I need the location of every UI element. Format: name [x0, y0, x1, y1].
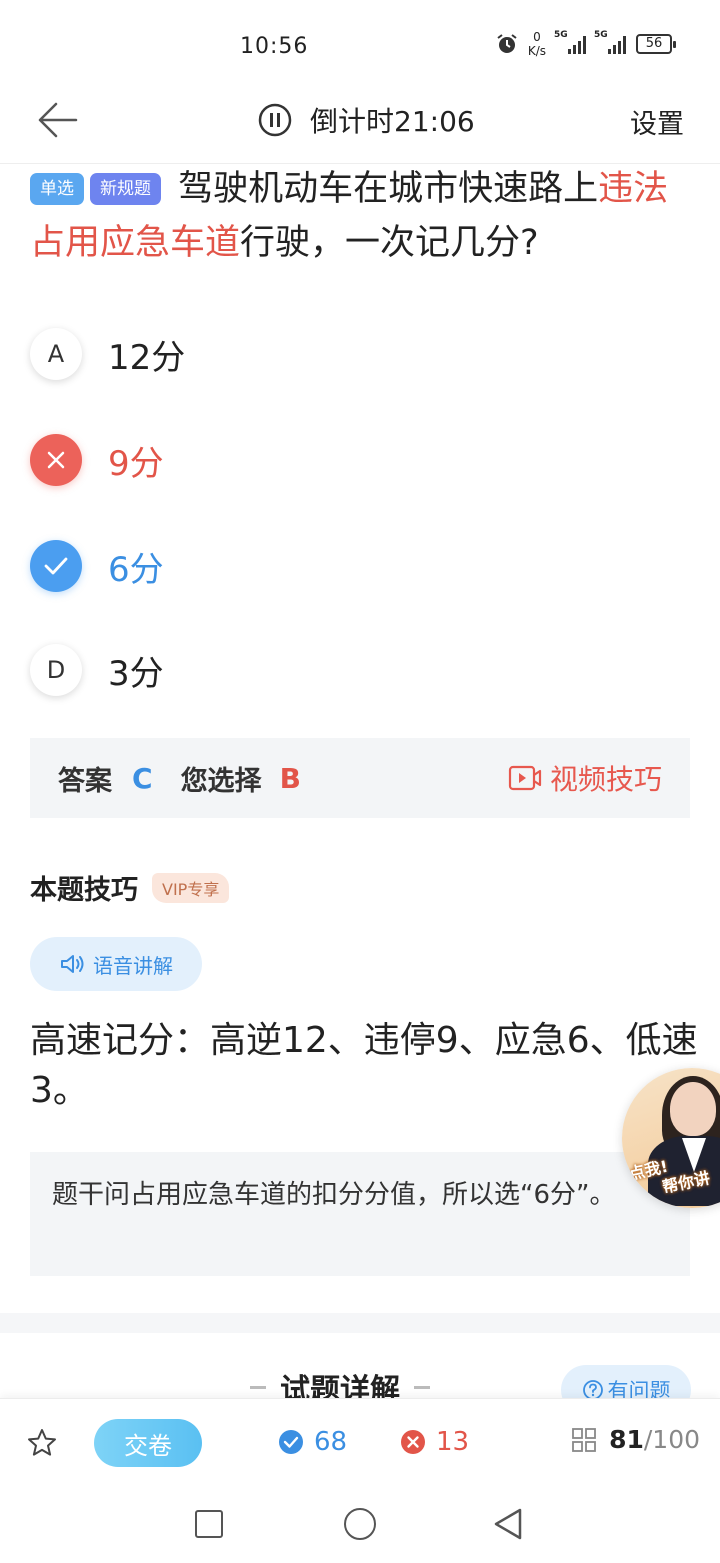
option-text: 3分: [108, 653, 164, 694]
video-tip-label: 视频技巧: [549, 763, 662, 796]
explanation-box: 题干问占用应急车道的扣分分值，所以选“6分”。: [30, 1152, 690, 1276]
section-divider: [0, 1313, 720, 1333]
net-speed-value: 0: [533, 30, 541, 44]
option-c[interactable]: 6分: [30, 536, 690, 596]
star-icon[interactable]: [26, 1427, 58, 1459]
battery-indicator: 56: [636, 34, 676, 54]
question-text-after: 行驶，一次记几分?: [240, 223, 539, 263]
speaker-icon: [61, 955, 84, 973]
submit-exam-button[interactable]: 交卷: [94, 1419, 202, 1467]
option-letter: A: [30, 328, 82, 380]
bottom-toolbar: 交卷 68 13 81/100: [0, 1398, 720, 1486]
dash-right: [414, 1385, 430, 1389]
signal-icon: 5G: [594, 30, 626, 54]
correct-count: 68: [278, 1427, 347, 1457]
status-icons: 0 K/s 5G 5G 56: [496, 30, 676, 58]
avatar-face: [670, 1082, 716, 1136]
voice-explain-label: 语音讲解: [93, 953, 173, 978]
skill-mnemonic: 高速记分：高逆12、违停9、应急6、低速3。: [30, 1020, 698, 1111]
wrong-count-value: 13: [436, 1427, 470, 1457]
chosen-value: B: [279, 761, 301, 795]
exam-screen: 10:56 0 K/s 5G 5G 56 倒计时21:06 设置 单选 新规题 …: [0, 0, 720, 1563]
system-nav-bar: [0, 1486, 720, 1563]
pause-icon[interactable]: [258, 103, 292, 137]
video-tip-button[interactable]: 视频技巧: [508, 758, 662, 798]
correct-mark: [30, 540, 82, 592]
progress-total: /100: [643, 1425, 700, 1454]
wrong-count: 13: [400, 1427, 469, 1457]
net-speed: 0 K/s: [528, 30, 546, 58]
close-circle-icon: [401, 1430, 425, 1454]
check-circle-icon: [279, 1430, 303, 1454]
voice-explain-button[interactable]: 语音讲解: [30, 937, 202, 991]
answer-label: 答案: [58, 765, 112, 797]
settings-button[interactable]: 设置: [630, 102, 684, 141]
option-a[interactable]: A 12分: [30, 324, 690, 384]
recent-apps-icon[interactable]: [195, 1510, 223, 1538]
close-icon: [47, 451, 65, 469]
signal-label: 5G: [594, 30, 608, 40]
countdown-timer[interactable]: 倒计时21:06: [258, 100, 475, 140]
skill-title: 本题技巧 VIP专享: [30, 868, 230, 907]
signal-label: 5G: [554, 30, 568, 40]
question-progress[interactable]: 81/100: [571, 1425, 700, 1454]
option-letter: D: [30, 644, 82, 696]
back-arrow-icon[interactable]: [36, 100, 80, 140]
wrong-mark: [30, 434, 82, 486]
top-header: 倒计时21:06 设置: [0, 80, 720, 164]
home-icon[interactable]: [344, 1508, 376, 1540]
signal-icon: 5G: [554, 30, 586, 54]
question-type-tag: 单选: [30, 173, 84, 205]
correct-count-value: 68: [314, 1427, 348, 1457]
net-speed-unit: K/s: [527, 44, 546, 58]
question-stem: 单选 新规题 驾驶机动车在城市快速路上违法占用应急车道行驶，一次记几分?: [30, 162, 690, 270]
status-bar: 10:56 0 K/s 5G 5G 56: [0, 0, 720, 90]
video-icon: [508, 765, 542, 791]
vip-badge: VIP专享: [152, 872, 230, 903]
answer-value: C: [132, 761, 153, 795]
check-icon: [44, 557, 68, 575]
option-text: 12分: [108, 337, 186, 378]
answer-bar: 答案 C 您选择 B 视频技巧: [30, 738, 690, 818]
nav-back-icon[interactable]: [492, 1507, 524, 1541]
chosen-label: 您选择: [180, 765, 262, 797]
option-b[interactable]: 9分: [30, 430, 690, 490]
status-time: 10:56: [240, 34, 309, 59]
alarm-icon: [497, 34, 517, 53]
question-text-before: 驾驶机动车在城市快速路上: [178, 169, 599, 209]
option-d[interactable]: D 3分: [30, 640, 690, 700]
option-text: 6分: [108, 549, 164, 590]
timer-label: 倒计时21:06: [310, 105, 475, 138]
dash-left: [250, 1385, 266, 1389]
option-text: 9分: [108, 443, 164, 484]
grid-icon: [572, 1427, 596, 1452]
skill-title-text: 本题技巧: [30, 875, 138, 906]
new-rule-tag: 新规题: [90, 173, 161, 205]
progress-current: 81: [609, 1425, 644, 1454]
